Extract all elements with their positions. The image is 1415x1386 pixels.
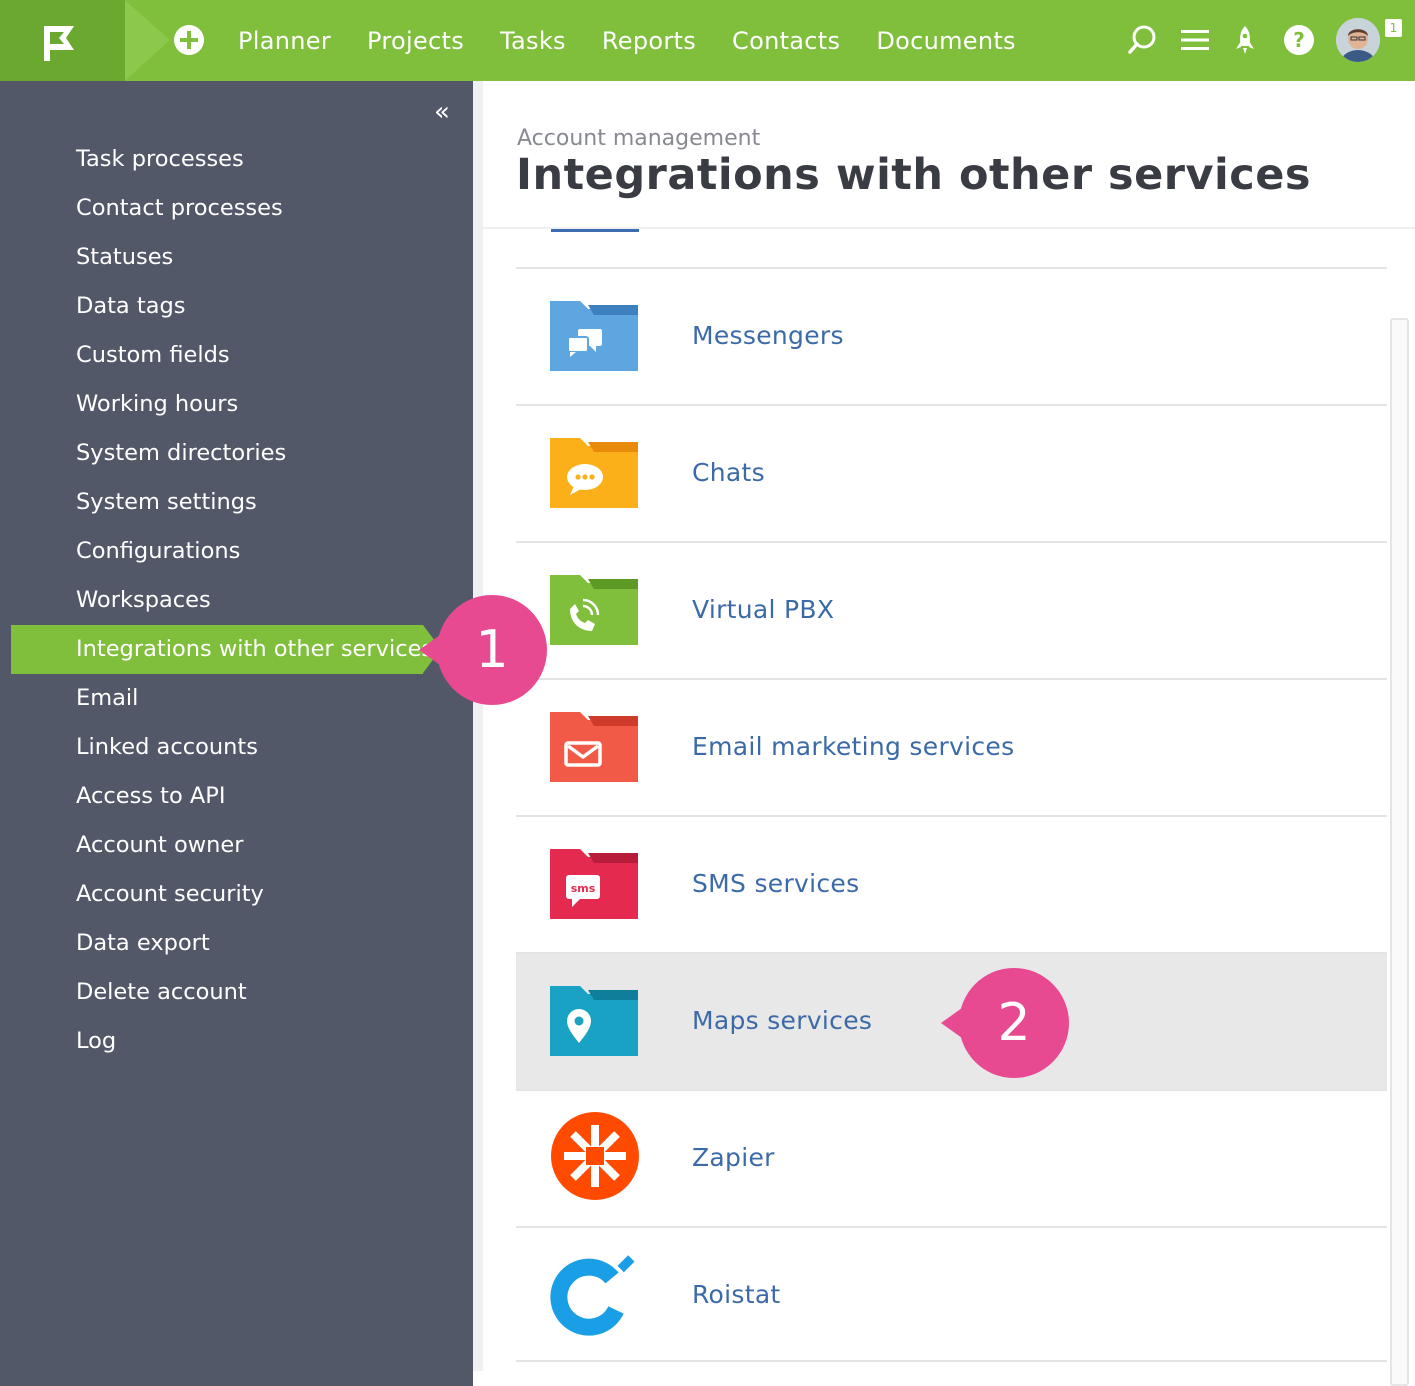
sidebar-item-data-export[interactable]: Data export xyxy=(0,919,473,968)
top-navigation-bar: Planner Projects Tasks Reports Contacts … xyxy=(0,0,1415,81)
sidebar-item-label: Linked accounts xyxy=(76,734,258,760)
sidebar-item-statuses[interactable]: Statuses xyxy=(0,233,473,282)
roistat-logo-icon xyxy=(550,1255,635,1336)
nav-contacts[interactable]: Contacts xyxy=(732,27,840,55)
nav-planner[interactable]: Planner xyxy=(238,27,331,55)
nav-reports[interactable]: Reports xyxy=(602,27,696,55)
sidebar-item-email[interactable]: Email xyxy=(0,674,473,723)
service-label: Virtual PBX xyxy=(692,595,835,624)
service-label: Messengers xyxy=(692,321,844,350)
sms-folder-icon: sms xyxy=(550,849,638,919)
chats-folder-icon xyxy=(550,438,638,508)
service-label: Roistat xyxy=(692,1280,781,1309)
service-row-chats[interactable]: Chats xyxy=(516,404,1387,541)
sidebar-item-label: Data tags xyxy=(76,293,186,319)
maps-folder-icon xyxy=(550,986,638,1056)
sidebar-item-label: Configurations xyxy=(76,538,241,564)
sidebar-item-label: Account owner xyxy=(76,832,244,858)
sidebar-item-label: System directories xyxy=(76,440,287,466)
callout-number: 2 xyxy=(997,993,1031,1053)
search-icon[interactable] xyxy=(1124,22,1160,58)
user-avatar[interactable] xyxy=(1336,18,1380,62)
svg-text:sms: sms xyxy=(571,882,596,895)
service-label: Maps services xyxy=(692,1006,873,1035)
sidebar-item-label: Contact processes xyxy=(76,195,283,221)
sidebar-item-label: Access to API xyxy=(76,783,226,809)
sidebar-item-label: Data export xyxy=(76,930,210,956)
rocket-icon[interactable] xyxy=(1227,22,1263,58)
sidebar-item-label: Account security xyxy=(76,881,264,907)
service-row-messengers[interactable]: Messengers xyxy=(516,267,1387,404)
sidebar-item-system-directories[interactable]: System directories xyxy=(0,429,473,478)
content-border xyxy=(473,81,483,1371)
callout-marker-1: 1 xyxy=(419,595,547,705)
service-label: Zapier xyxy=(692,1143,775,1172)
settings-sidebar: « Task processes Contact processes Statu… xyxy=(0,81,473,1386)
sidebar-item-label: Email xyxy=(76,685,139,711)
service-row-roistat[interactable]: Roistat xyxy=(516,1226,1387,1363)
email-marketing-folder-icon xyxy=(550,712,638,782)
sidebar-item-custom-fields[interactable]: Custom fields xyxy=(0,331,473,380)
service-label: Email marketing services xyxy=(692,732,1015,761)
notification-badge[interactable]: 1 xyxy=(1385,19,1402,37)
list-bottom-divider xyxy=(516,1360,1387,1362)
main-nav: Planner Projects Tasks Reports Contacts … xyxy=(238,0,1052,81)
sidebar-item-label: System settings xyxy=(76,489,257,515)
app-logo[interactable] xyxy=(0,0,170,81)
sidebar-item-label: Custom fields xyxy=(76,342,230,368)
service-row-zapier[interactable]: Zapier xyxy=(516,1089,1387,1226)
help-icon[interactable]: ? xyxy=(1281,22,1317,58)
sidebar-item-contact-processes[interactable]: Contact processes xyxy=(0,184,473,233)
sidebar-item-data-tags[interactable]: Data tags xyxy=(0,282,473,331)
sidebar-item-label: Workspaces xyxy=(76,587,211,613)
virtual-pbx-folder-icon xyxy=(550,575,638,645)
sidebar-item-working-hours[interactable]: Working hours xyxy=(0,380,473,429)
sidebar-item-access-to-api[interactable]: Access to API xyxy=(0,772,473,821)
service-row-sms[interactable]: sms SMS services xyxy=(516,815,1387,952)
sidebar-item-account-security[interactable]: Account security xyxy=(0,870,473,919)
sidebar-item-label: Working hours xyxy=(76,391,239,417)
sidebar-item-integrations[interactable]: Integrations with other services xyxy=(0,625,473,674)
breadcrumb[interactable]: Account management xyxy=(517,126,760,151)
collapse-sidebar-icon[interactable]: « xyxy=(434,99,458,125)
menu-icon[interactable] xyxy=(1177,22,1213,58)
callout-marker-2: 2 xyxy=(941,968,1069,1078)
sidebar-item-account-owner[interactable]: Account owner xyxy=(0,821,473,870)
active-tab-indicator xyxy=(551,229,639,232)
messengers-folder-icon xyxy=(550,301,638,371)
sidebar-item-label: Log xyxy=(76,1028,117,1054)
svg-text:?: ? xyxy=(1293,28,1305,52)
zapier-logo-icon xyxy=(551,1112,639,1200)
nav-projects[interactable]: Projects xyxy=(367,27,464,55)
sidebar-item-delete-account[interactable]: Delete account xyxy=(0,968,473,1017)
nav-tasks[interactable]: Tasks xyxy=(500,27,566,55)
nav-documents[interactable]: Documents xyxy=(876,27,1016,55)
service-label: Chats xyxy=(692,458,765,487)
sidebar-item-configurations[interactable]: Configurations xyxy=(0,527,473,576)
sidebar-item-label: Statuses xyxy=(76,244,174,270)
sidebar-item-task-processes[interactable]: Task processes xyxy=(0,135,473,184)
sidebar-item-label: Delete account xyxy=(76,979,247,1005)
sidebar-item-label: Integrations with other services xyxy=(76,636,434,662)
service-row-email-marketing[interactable]: Email marketing services xyxy=(516,678,1387,815)
sidebar-item-label: Task processes xyxy=(76,146,244,172)
sidebar-item-system-settings[interactable]: System settings xyxy=(0,478,473,527)
add-icon[interactable] xyxy=(172,23,206,57)
service-label: SMS services xyxy=(692,869,860,898)
sidebar-item-log[interactable]: Log xyxy=(0,1017,473,1066)
sidebar-item-workspaces[interactable]: Workspaces xyxy=(0,576,473,625)
service-row-virtual-pbx[interactable]: Virtual PBX xyxy=(516,541,1387,678)
sidebar-item-linked-accounts[interactable]: Linked accounts xyxy=(0,723,473,772)
page-title: Integrations with other services xyxy=(516,150,1311,200)
scrollbar[interactable] xyxy=(1390,318,1409,1386)
callout-number: 1 xyxy=(475,620,509,680)
